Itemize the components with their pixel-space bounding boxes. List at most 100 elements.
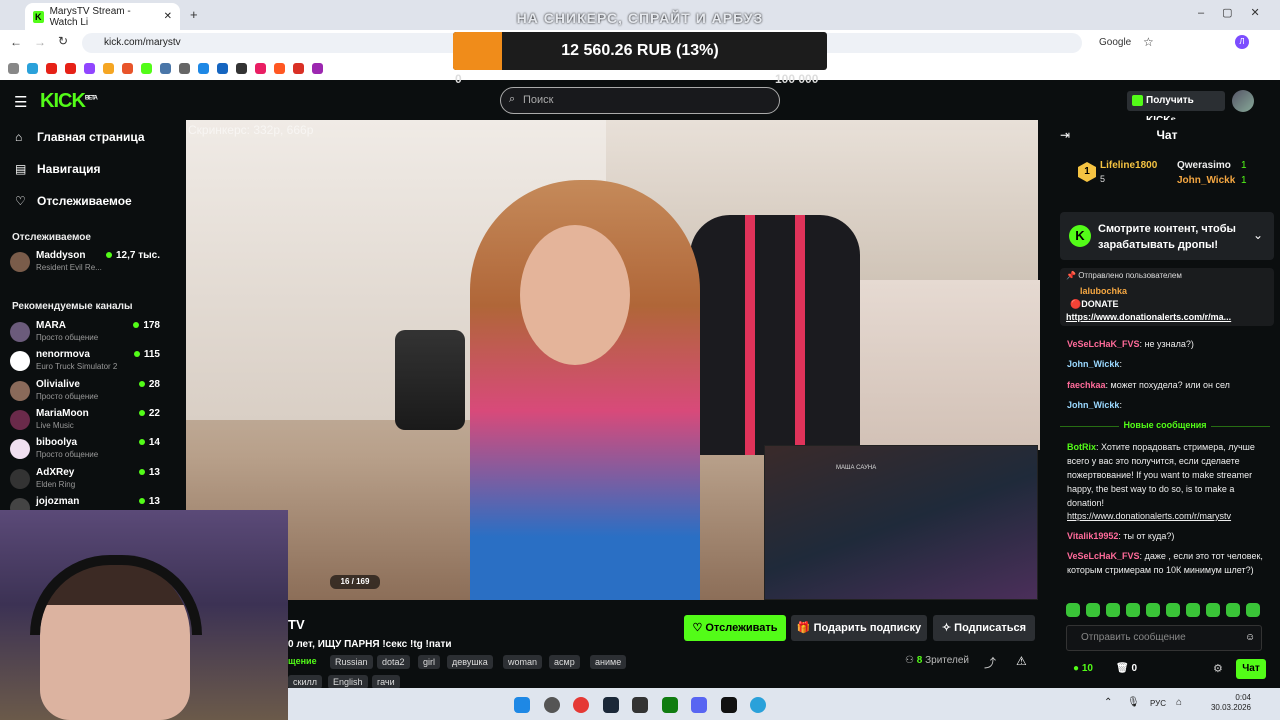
chevron-down-icon[interactable]: ⌄: [1253, 228, 1263, 242]
windows-start-icon[interactable]: [514, 697, 530, 713]
system-clock[interactable]: 0:04 30.03.2026: [1205, 693, 1251, 713]
report-icon[interactable]: ⚠: [1016, 654, 1027, 668]
stream-tag[interactable]: dota2: [377, 655, 410, 669]
sidebar-item-following[interactable]: Отслеживаемое: [37, 194, 132, 208]
bookmark-icon[interactable]: [84, 62, 95, 74]
xbox-icon[interactable]: [662, 697, 678, 713]
bookmark-icon[interactable]: [122, 62, 133, 74]
kick-logo[interactable]: KICKBETA: [40, 90, 98, 113]
recommended-channel[interactable]: MariaMoon Live Music 22: [10, 406, 160, 434]
chrome-icon[interactable]: [573, 697, 589, 713]
stream-tag[interactable]: English: [328, 675, 368, 689]
bookmark-icon[interactable]: [236, 62, 247, 74]
gift-counter[interactable]: 🗑 0: [1116, 663, 1137, 674]
share-icon[interactable]: ⤴: [984, 654, 996, 671]
stream-tag[interactable]: девушка: [447, 655, 493, 669]
recommended-channel[interactable]: MARA Просто общение 178: [10, 318, 160, 346]
discord-icon[interactable]: [691, 697, 707, 713]
gear-icon[interactable]: ⚙: [1213, 662, 1223, 675]
emote-icon[interactable]: [1146, 603, 1160, 617]
recommended-channel[interactable]: nenormova Euro Truck Simulator 2 115: [10, 347, 160, 375]
close-tab-icon[interactable]: ✕: [164, 11, 172, 22]
gifter-name[interactable]: John_Wickk: [1177, 175, 1235, 186]
emote-icon[interactable]: [1106, 603, 1120, 617]
chat-username[interactable]: John_Wickk: [1067, 400, 1119, 410]
followed-channel[interactable]: Maddyson Resident Evil Re... 12,7 тыс.: [10, 248, 160, 276]
apps-icon[interactable]: [8, 62, 19, 74]
bookmark-star-icon[interactable]: ☆: [1143, 35, 1154, 49]
emote-icon[interactable]: [1126, 603, 1140, 617]
emote-icon[interactable]: [1186, 603, 1200, 617]
taskbar-search-icon[interactable]: [544, 697, 560, 713]
gifter-name[interactable]: Qwerasimo: [1177, 160, 1231, 171]
emote-icon[interactable]: [1166, 603, 1180, 617]
new-tab-icon[interactable]: +: [190, 7, 198, 22]
recommended-channel[interactable]: Olivialive Просто общение 28: [10, 377, 160, 405]
browser-tab[interactable]: K MarysTV Stream - Watch Li ✕: [25, 3, 180, 30]
mic-tray-icon[interactable]: 🎙: [1127, 697, 1140, 708]
chat-username[interactable]: Vitalik19952: [1067, 531, 1118, 541]
pinned-link[interactable]: https://www.donationalerts.com/r/ma...: [1066, 312, 1251, 322]
bookmark-icon[interactable]: [46, 62, 57, 74]
bookmark-icon[interactable]: [198, 62, 209, 74]
bookmark-icon[interactable]: [160, 62, 171, 74]
back-icon[interactable]: ←: [10, 35, 22, 49]
bookmark-icon[interactable]: [103, 62, 114, 74]
bookmark-icon[interactable]: [179, 62, 190, 74]
emote-icon[interactable]: [1226, 603, 1240, 617]
stream-tag[interactable]: woman: [503, 655, 543, 669]
top-gifter-name[interactable]: Lifeline1800: [1100, 160, 1157, 171]
emote-icon[interactable]: [1206, 603, 1220, 617]
stream-tag[interactable]: асмр: [549, 655, 580, 669]
user-avatar[interactable]: [1232, 90, 1254, 112]
menu-icon[interactable]: ☰: [14, 93, 27, 111]
steam-icon[interactable]: [603, 697, 619, 713]
recommended-channel[interactable]: biboolya Просто общение 14: [10, 435, 160, 463]
bookmark-icon[interactable]: [293, 62, 304, 74]
emoji-icon[interactable]: ☺: [1245, 632, 1255, 643]
bookmark-icon[interactable]: [65, 62, 76, 74]
language-indicator[interactable]: РУС: [1150, 699, 1166, 708]
recommended-channel[interactable]: AdXRey Elden Ring 13: [10, 465, 160, 493]
bookmark-icon[interactable]: [141, 62, 152, 74]
sidebar-item-home[interactable]: Главная страница: [37, 130, 145, 144]
category-link[interactable]: щение: [288, 656, 317, 666]
chat-username[interactable]: faechkaa: [1067, 380, 1106, 390]
bookmark-icon[interactable]: [217, 62, 228, 74]
bookmark-icon[interactable]: [312, 62, 323, 74]
google-lens-label[interactable]: Google: [1099, 37, 1131, 48]
stream-tag[interactable]: girl: [418, 655, 441, 669]
pinned-username[interactable]: lalubochka: [1080, 286, 1127, 296]
emote-icon[interactable]: [1246, 603, 1260, 617]
bookmark-icon[interactable]: [27, 62, 38, 74]
chat-input[interactable]: Отправить сообщение: [1066, 625, 1262, 651]
stream-tag[interactable]: Russian: [330, 655, 373, 669]
search-input[interactable]: Поиск: [500, 87, 780, 114]
chat-username[interactable]: VeSeLcHaK_FVS: [1067, 551, 1140, 561]
emote-icon[interactable]: [1086, 603, 1100, 617]
app-icon[interactable]: [721, 697, 737, 713]
app-icon[interactable]: [632, 697, 648, 713]
gift-sub-button[interactable]: 🎁 Подарить подписку: [791, 615, 927, 641]
forward-icon[interactable]: →: [34, 35, 46, 49]
chat-username[interactable]: BotRix: [1067, 442, 1096, 452]
drops-banner[interactable]: Смотрите контент, чтобы зарабатывать дро…: [1060, 212, 1274, 260]
bookmark-icon[interactable]: [274, 62, 285, 74]
bot-link[interactable]: https://www.donationalerts.com/r/marystv: [1067, 509, 1267, 523]
tray-chevron-icon[interactable]: ⌃: [1104, 697, 1112, 708]
channel-title[interactable]: TV: [288, 617, 305, 632]
bookmark-icon[interactable]: [255, 62, 266, 74]
follow-button[interactable]: ♡ Отслеживать: [684, 615, 786, 641]
stream-tag[interactable]: аниме: [590, 655, 627, 669]
stream-tag[interactable]: скилл: [288, 675, 322, 689]
chat-username[interactable]: John_Wickk: [1067, 359, 1119, 369]
sidebar-item-browse[interactable]: Навигация: [37, 162, 101, 176]
reload-icon[interactable]: ↻: [58, 34, 68, 48]
window-controls[interactable]: –▢✕: [1198, 6, 1278, 19]
channel-points[interactable]: ● 10: [1073, 663, 1093, 674]
profile-avatar[interactable]: Л: [1235, 35, 1249, 49]
network-icon[interactable]: ⌂: [1176, 697, 1182, 708]
chat-username[interactable]: VeSeLcHaK_FVS: [1067, 339, 1140, 349]
stream-tag[interactable]: гачи: [372, 675, 400, 689]
subscribe-button[interactable]: ✧ Подписаться: [933, 615, 1035, 641]
